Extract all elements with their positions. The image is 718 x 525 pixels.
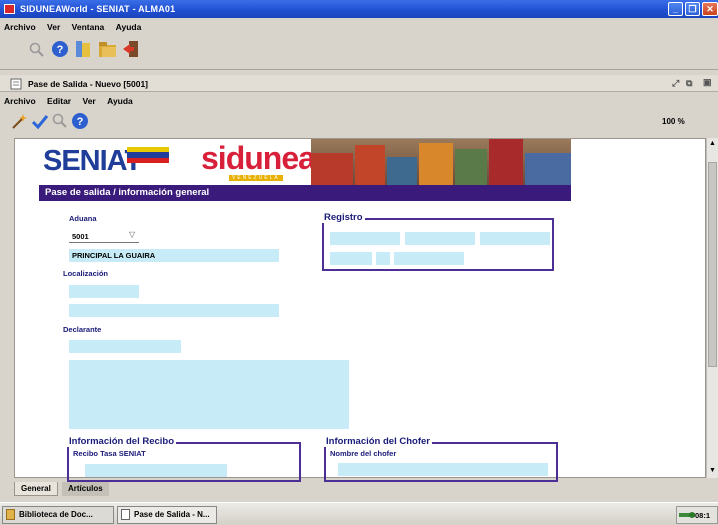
aduana-name-value: PRINCIPAL LA GUAIRA <box>72 251 156 260</box>
tab-articulos[interactable]: Artículos <box>62 482 109 496</box>
doc-menu-ayuda[interactable]: Ayuda <box>107 94 133 108</box>
aduana-name-field[interactable]: PRINCIPAL LA GUAIRA <box>69 249 279 262</box>
localizacion-label: Localización <box>63 269 109 278</box>
document-title: Pase de Salida - Nuevo [5001] <box>28 79 148 89</box>
form-tabs: General Artículos <box>14 482 714 496</box>
chofer-field[interactable] <box>338 463 548 476</box>
registro-field-4[interactable] <box>330 252 372 265</box>
registro-group: Registro <box>322 212 554 271</box>
sidunea-sub: VENEZUELA <box>229 175 283 181</box>
document-menubar: Archivo Editar Ver Ayuda <box>4 94 718 108</box>
menu-ver[interactable]: Ver <box>47 20 60 34</box>
registro-field-6[interactable] <box>394 252 464 265</box>
maximize-button[interactable]: ❐ <box>685 2 700 16</box>
doc-search-icon[interactable] <box>52 113 68 129</box>
wand-icon[interactable] <box>10 113 28 131</box>
float-icon[interactable]: ⧉ <box>686 78 692 89</box>
doc-menu-archivo[interactable]: Archivo <box>4 94 36 108</box>
folder-icon <box>6 509 15 520</box>
aduana-label: Aduana <box>69 214 97 223</box>
recibo-group: Información del Recibo Recibo Tasa SENIA… <box>67 436 301 482</box>
network-icon[interactable] <box>679 510 695 520</box>
menu-ventana[interactable]: Ventana <box>72 20 105 34</box>
task-pase-salida[interactable]: Pase de Salida - N... <box>117 506 217 524</box>
registro-field-1[interactable] <box>330 232 400 245</box>
form-canvas: SENIAT sidunea VENEZUELA Pase de salida … <box>14 138 706 482</box>
containers-photo <box>311 139 571 185</box>
clock: 08:1 <box>695 511 711 520</box>
declarante-label: Declarante <box>63 325 102 334</box>
exit-icon[interactable] <box>122 39 140 59</box>
dropdown-icon[interactable]: ▽ <box>129 230 135 239</box>
declarante-code-field[interactable] <box>69 340 181 353</box>
doc-menu-editar[interactable]: Editar <box>47 94 71 108</box>
document-toolbar: ? 100 % <box>0 108 718 136</box>
svg-text:?: ? <box>57 44 64 56</box>
chofer-label: Nombre del chofer <box>330 449 397 458</box>
localizacion-name-field[interactable] <box>69 304 279 317</box>
task-biblioteca[interactable]: Biblioteca de Doc... <box>2 506 114 524</box>
check-icon[interactable] <box>31 113 49 131</box>
flag-red <box>127 158 169 163</box>
system-tray: 08:1 <box>676 506 718 524</box>
scroll-thumb[interactable] <box>708 162 717 367</box>
tab-general[interactable]: General <box>14 482 58 496</box>
recibo-field[interactable] <box>85 464 227 477</box>
scroll-down-icon[interactable]: ▼ <box>709 467 716 474</box>
registro-field-5[interactable] <box>376 252 390 265</box>
svg-text:?: ? <box>77 116 84 128</box>
library-icon[interactable] <box>74 39 92 59</box>
task-biblioteca-label: Biblioteca de Doc... <box>19 510 93 519</box>
restore-icon[interactable]: ⤢ <box>672 78 679 89</box>
app-icon <box>4 4 15 14</box>
doc-menu-ver[interactable]: Ver <box>83 94 96 108</box>
taskbar: Biblioteca de Doc... Pase de Salida - N.… <box>0 502 718 525</box>
chofer-group: Información del Chofer Nombre del chofer <box>324 436 558 482</box>
declarante-name-field[interactable] <box>69 360 349 429</box>
app-toolbar: ? <box>0 34 718 70</box>
registro-field-3[interactable] <box>480 232 550 245</box>
close-button[interactable]: ✕ <box>702 2 718 16</box>
aduana-code-value: 5001 <box>72 232 89 241</box>
menu-ayuda[interactable]: Ayuda <box>116 20 142 34</box>
recibo-title: Información del Recibo <box>67 436 177 447</box>
header-band: Pase de salida / información general <box>39 185 571 201</box>
application-window: SIDUNEAWorld - SENIAT - ALMA01 _ ❐ ✕ Arc… <box>0 0 718 525</box>
scroll-up-icon[interactable]: ▲ <box>709 140 716 147</box>
sidunea-logo: sidunea <box>201 140 316 176</box>
zoom-level: 100 % <box>662 117 685 126</box>
registro-title: Registro <box>322 212 365 223</box>
form-header-title: Pase de salida / información general <box>45 187 210 198</box>
chofer-title: Información del Chofer <box>324 436 432 447</box>
search-icon[interactable] <box>29 42 45 58</box>
banner: SENIAT sidunea VENEZUELA <box>39 139 571 185</box>
document-icon <box>121 509 130 520</box>
minimize-button[interactable]: _ <box>668 2 683 16</box>
vertical-scrollbar[interactable]: ▲ ▼ <box>706 138 718 478</box>
aduana-code-field[interactable]: 5001 ▽ <box>69 230 139 243</box>
window-titlebar[interactable]: SIDUNEAWorld - SENIAT - ALMA01 _ ❐ ✕ <box>0 0 718 18</box>
document-titlebar[interactable]: Pase de Salida - Nuevo [5001] ⤢ ⧉ ▣ <box>0 75 718 92</box>
maximize-icon[interactable]: ▣ <box>703 77 712 88</box>
task-pase-salida-label: Pase de Salida - N... <box>134 510 210 519</box>
menu-archivo[interactable]: Archivo <box>4 20 36 34</box>
registro-field-2[interactable] <box>405 232 475 245</box>
doc-help-icon[interactable]: ? <box>71 112 89 130</box>
window-title: SIDUNEAWorld - SENIAT - ALMA01 <box>20 4 176 14</box>
folder-icon[interactable] <box>98 39 118 59</box>
recibo-label: Recibo Tasa SENIAT <box>73 449 146 458</box>
document-icon <box>10 78 22 90</box>
localizacion-code-field[interactable] <box>69 285 139 298</box>
help-icon[interactable]: ? <box>51 40 69 58</box>
app-menubar: Archivo Ver Ventana Ayuda <box>4 20 718 34</box>
